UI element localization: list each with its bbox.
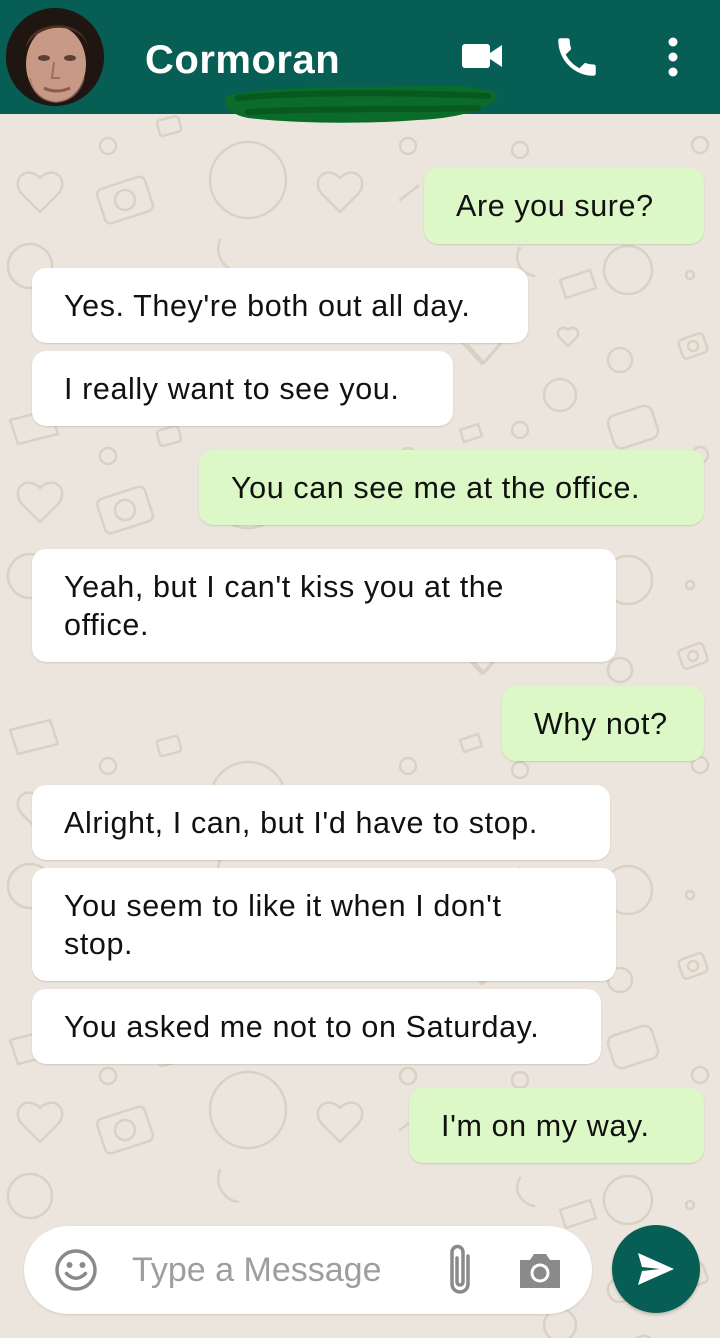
camera-icon [520, 1254, 560, 1288]
avatar[interactable] [6, 8, 104, 106]
message-text: Alright, I can, but I'd have to stop. [64, 806, 538, 840]
message-text: I really want to see you. [64, 372, 400, 406]
more-vert-icon [668, 37, 678, 77]
message-bubble-outgoing[interactable]: Are you sure? [424, 168, 704, 244]
message-bubble-incoming[interactable]: I really want to see you. [32, 351, 453, 426]
message-text: Yeah, but I can't kiss you at the [64, 570, 504, 604]
message-composer [24, 1226, 592, 1314]
message-text: Yes. They're both out all day. [64, 289, 471, 323]
message-text: You can see me at the office. [231, 471, 641, 505]
emoji-icon [55, 1249, 97, 1291]
message-bubble-incoming[interactable]: Yeah, but I can't kiss you at the office… [32, 549, 616, 662]
message-bubble-incoming[interactable]: Yes. They're both out all day. [32, 268, 528, 343]
message-bubble-incoming[interactable]: You asked me not to on Saturday. [32, 989, 601, 1064]
message-bubble-outgoing[interactable]: You can see me at the office. [199, 450, 704, 525]
message-text: office. [64, 608, 150, 642]
paperclip-icon [450, 1244, 470, 1294]
message-text: Are you sure? [456, 189, 654, 223]
emoji-button[interactable] [54, 1248, 98, 1292]
contact-name[interactable]: Cormoran [145, 38, 340, 83]
message-bubble-incoming[interactable]: You seem to like it when I don't stop. [32, 868, 616, 981]
phone-icon [558, 38, 596, 76]
message-bubble-incoming[interactable]: Alright, I can, but I'd have to stop. [32, 785, 610, 860]
message-text: You seem to like it when I don't [64, 889, 502, 923]
redaction-scribble [224, 85, 499, 123]
message-bubble-outgoing[interactable]: Why not? [502, 686, 704, 761]
attach-button[interactable] [442, 1242, 478, 1300]
send-icon [638, 1253, 674, 1285]
message-input[interactable] [132, 1244, 422, 1296]
send-button[interactable] [612, 1225, 700, 1313]
message-text: I'm on my way. [441, 1109, 650, 1143]
more-options-button[interactable] [648, 32, 698, 82]
message-text: You asked me not to on Saturday. [64, 1010, 540, 1044]
voice-call-button[interactable] [552, 32, 602, 82]
message-text: stop. [64, 927, 134, 961]
video-call-button[interactable] [458, 32, 508, 82]
message-bubble-outgoing[interactable]: I'm on my way. [409, 1088, 704, 1163]
message-text: Why not? [534, 707, 668, 741]
video-call-icon [462, 44, 502, 68]
camera-button[interactable] [516, 1248, 564, 1292]
